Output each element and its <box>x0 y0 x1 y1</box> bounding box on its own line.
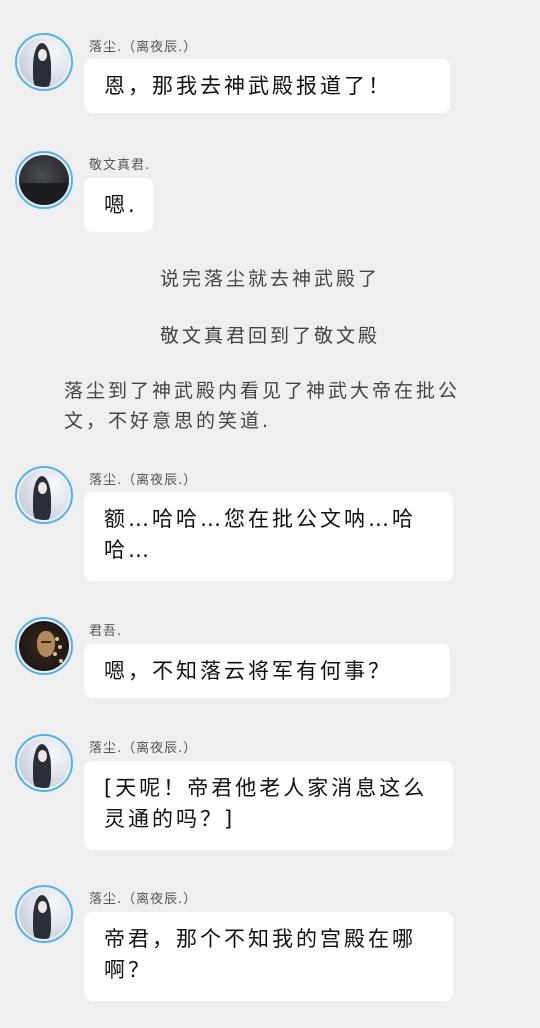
sender-name: 敬文真君. <box>89 158 151 173</box>
message-bubble[interactable]: [天呢！帝君他老人家消息这么灵通的吗？] <box>84 761 453 850</box>
message-bubble[interactable]: 额…哈哈…您在批公文呐…哈哈… <box>84 492 453 581</box>
message-bubble[interactable]: 嗯，不知落云将军有何事？ <box>84 644 450 698</box>
sender-name: 落尘.（离夜辰.） <box>89 473 198 488</box>
message-bubble[interactable]: 恩，那我去神武殿报道了！ <box>84 59 450 113</box>
avatar[interactable] <box>15 151 73 209</box>
sender-name: 落尘.（离夜辰.） <box>89 40 198 55</box>
narration-text: 落尘到了神武殿内看见了神武大帝在批公文，不好意思的笑道. <box>64 380 461 432</box>
avatar[interactable] <box>15 466 73 524</box>
sender-name: 君吾. <box>89 624 123 639</box>
avatar[interactable] <box>15 33 73 91</box>
narration-text: 说完落尘就去神武殿了 <box>159 268 380 290</box>
sender-name: 落尘.（离夜辰.） <box>89 741 198 756</box>
message-bubble[interactable]: 帝君，那个不知我的宫殿在哪啊？ <box>84 912 453 1001</box>
sender-name: 落尘.（离夜辰.） <box>89 892 198 907</box>
avatar[interactable] <box>15 885 73 943</box>
message-bubble[interactable]: 嗯. <box>84 178 153 232</box>
avatar[interactable] <box>15 617 73 675</box>
avatar[interactable] <box>15 734 73 792</box>
narration-text: 敬文真君回到了敬文殿 <box>159 325 380 347</box>
